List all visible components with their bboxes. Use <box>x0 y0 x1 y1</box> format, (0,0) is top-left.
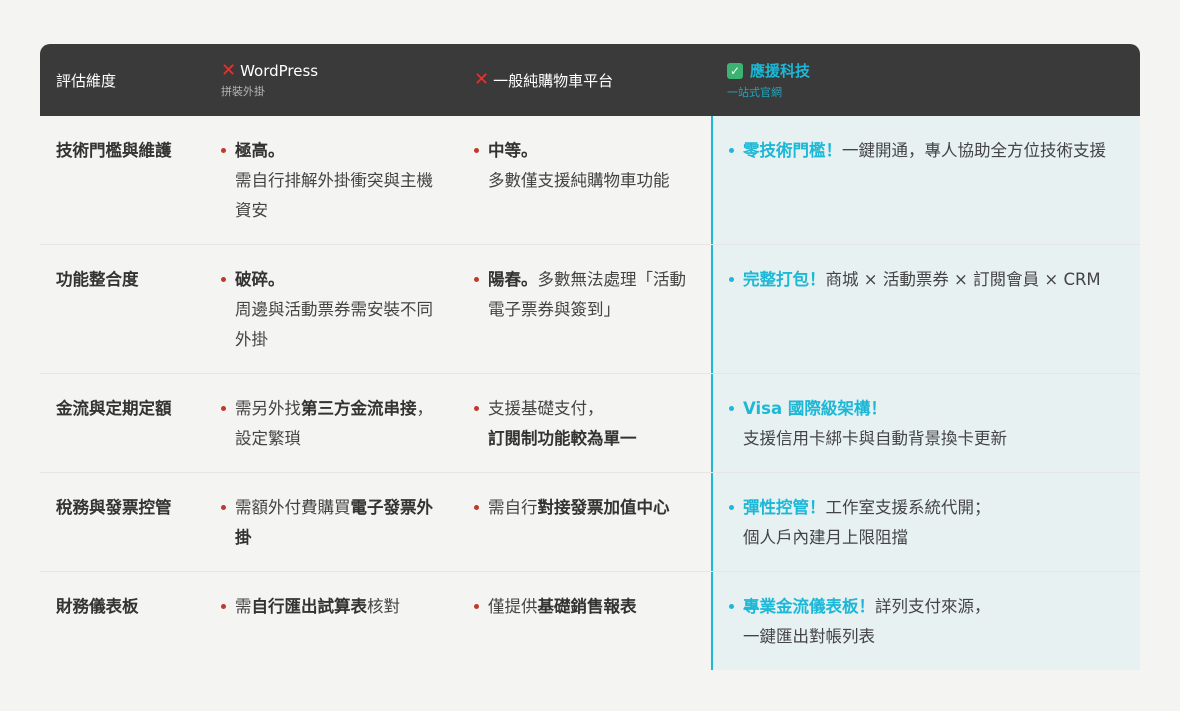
yingyuan-cell: Visa 國際級架構！ 支援信用卡綁卡與自動背景換卡更新 <box>711 374 1140 472</box>
cell-text: 需自行 <box>488 498 538 517</box>
header-cart-title: 一般純購物車平台 <box>493 71 614 90</box>
row-label: 技術門檻與維護 <box>56 141 172 160</box>
row-label: 功能整合度 <box>56 270 139 289</box>
check-icon: ✓ <box>727 62 743 79</box>
cell-text: 周邊與活動票券需安裝不同外掛 <box>235 300 433 349</box>
cart-cell: 陽春。多數無法處理「活動電子票券與簽到」 <box>458 245 711 373</box>
cell-bold: 破碎。 <box>235 270 285 289</box>
yingyuan-cell: 零技術門檻！一鍵開通，專人協助全方位技術支援 <box>711 116 1140 244</box>
cell-text: 需額外付費購買 <box>235 498 351 517</box>
cell-bold: 陽春。 <box>488 270 538 289</box>
row-label: 財務儀表板 <box>56 597 139 616</box>
wordpress-cell: 需自行匯出試算表核對 <box>205 572 458 670</box>
row-label: 稅務與發票控管 <box>56 498 172 517</box>
table-row: 稅務與發票控管 需額外付費購買電子發票外掛 需自行對接發票加值中心 彈性控管！工… <box>40 473 1140 572</box>
cart-cell: 支援基礎支付， 訂閱制功能較為單一 <box>458 374 711 472</box>
table-row: 金流與定期定額 需另外找第三方金流串接，設定繁瑣 支援基礎支付， 訂閱制功能較為單… <box>40 374 1140 473</box>
cell-bold: 中等。 <box>488 141 538 160</box>
cart-cell: 僅提供基礎銷售報表 <box>458 572 711 670</box>
cross-icon: ✕ <box>221 59 237 81</box>
header-wordpress-sub: 拼裝外掛 <box>221 84 265 98</box>
cell-bold: 自行匯出試算表 <box>251 597 368 616</box>
cell-bold: 基礎銷售報表 <box>537 597 637 616</box>
comparison-table: 評估維度 ✕ WordPress 拼裝外掛 ✕ 一般純購物車平台 ✓ 應援科技 一站式… <box>40 44 1140 670</box>
cart-cell: 中等。多數僅支援純購物車功能 <box>458 116 711 244</box>
cart-cell: 需自行對接發票加值中心 <box>458 473 711 571</box>
cell-text: 一鍵匯出對帳列表 <box>743 627 875 646</box>
header-dimension-label: 評估維度 <box>56 71 117 90</box>
table-row: 財務儀表板 需自行匯出試算表核對 僅提供基礎銷售報表 專業金流儀表板！詳列支付來… <box>40 572 1140 670</box>
wordpress-cell: 需另外找第三方金流串接，設定繁瑣 <box>205 374 458 472</box>
yingyuan-cell: 彈性控管！工作室支援系統代開； 個人戶內建月上限阻擋 <box>711 473 1140 571</box>
cell-text: 需另外找 <box>235 399 301 418</box>
table-row: 技術門檻與維護 極高。需自行排解外掛衝突與主機資安 中等。多數僅支援純購物車功能… <box>40 116 1140 245</box>
cell-text: 個人戶內建月上限阻擋 <box>743 528 908 547</box>
header-yingyuan: ✓ 應援科技 一站式官網 <box>711 44 1140 116</box>
cell-accent: 零技術門檻！ <box>743 141 842 160</box>
cell-text: 需 <box>235 597 252 616</box>
cell-accent: 彈性控管！ <box>743 498 826 517</box>
cell-accent: Visa 國際級架構！ <box>743 399 887 418</box>
row-label: 金流與定期定額 <box>56 399 172 418</box>
header-dimension: 評估維度 <box>40 44 205 116</box>
cell-text: 核對 <box>367 597 400 616</box>
yingyuan-cell: 專業金流儀表板！詳列支付來源， 一鍵匯出對帳列表 <box>711 572 1140 670</box>
cross-icon: ✕ <box>474 69 490 90</box>
cell-text: 詳列支付來源， <box>875 597 991 616</box>
header-yingyuan-title: 應援科技 <box>750 62 811 80</box>
header-wordpress-title: WordPress <box>240 61 319 80</box>
wordpress-cell: 需額外付費購買電子發票外掛 <box>205 473 458 571</box>
cell-bold: 極高。 <box>235 141 285 160</box>
cell-bold: 對接發票加值中心 <box>537 498 670 517</box>
header-wordpress: ✕ WordPress 拼裝外掛 <box>205 44 458 116</box>
header-cart-platform: ✕ 一般純購物車平台 <box>458 44 711 116</box>
cell-bold: 第三方金流串接 <box>301 399 417 418</box>
table-row: 功能整合度 破碎。周邊與活動票券需安裝不同外掛 陽春。多數無法處理「活動電子票券… <box>40 245 1140 374</box>
cell-text: 僅提供 <box>488 597 538 616</box>
cell-text: 工作室支援系統代開； <box>825 498 991 517</box>
cell-bold: 訂閱制功能較為單一 <box>488 429 637 448</box>
yingyuan-cell: 完整打包！商城 × 活動票券 × 訂閱會員 × CRM <box>711 245 1140 373</box>
cell-text: 支援基礎支付， <box>488 399 604 418</box>
cell-text: 一鍵開通，專人協助全方位技術支援 <box>842 141 1106 160</box>
cell-accent: 完整打包！ <box>743 270 826 289</box>
header-yingyuan-sub: 一站式官網 <box>727 86 782 99</box>
table-header: 評估維度 ✕ WordPress 拼裝外掛 ✕ 一般純購物車平台 ✓ 應援科技 一站式… <box>40 44 1140 116</box>
cell-text: 商城 × 活動票券 × 訂閱會員 × CRM <box>825 270 1101 289</box>
cell-text: 需自行排解外掛衝突與主機資安 <box>235 171 433 220</box>
wordpress-cell: 極高。需自行排解外掛衝突與主機資安 <box>205 116 458 244</box>
cell-text: 支援信用卡綁卡與自動背景換卡更新 <box>743 429 1007 448</box>
wordpress-cell: 破碎。周邊與活動票券需安裝不同外掛 <box>205 245 458 373</box>
cell-text: 多數僅支援純購物車功能 <box>488 171 670 190</box>
cell-accent: 專業金流儀表板！ <box>743 597 875 616</box>
